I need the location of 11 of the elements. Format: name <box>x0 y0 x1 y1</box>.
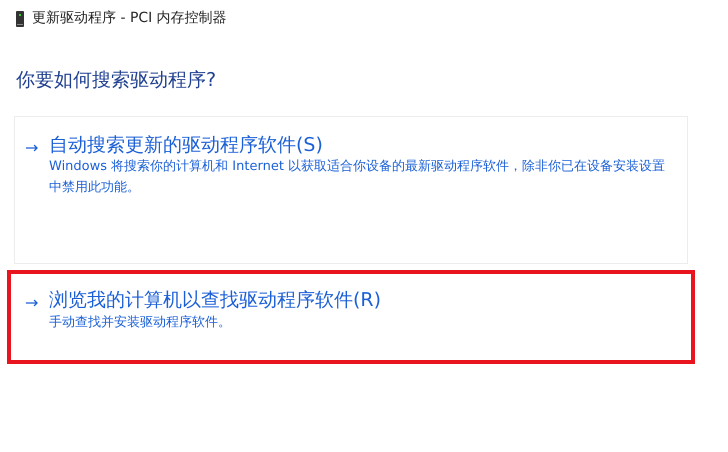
option-description: 手动查找并安装驱动程序软件。 <box>49 314 232 332</box>
option-title: 自动搜索更新的驱动程序软件(S) <box>49 132 324 158</box>
highlighted-option[interactable]: → 浏览我的计算机以查找驱动程序软件(R) 手动查找并安装驱动程序软件。 <box>7 270 695 364</box>
option-description: Windows 将搜索你的计算机和 Internet 以获取适合你设备的最新驱动程序软件，除非你已在设备安装设置中禁用此功能。 <box>49 158 666 198</box>
arrow-icon: → <box>25 132 49 200</box>
window-title: 更新驱动程序 - PCI 内存控制器 <box>32 9 227 28</box>
arrow-icon: → <box>25 288 49 334</box>
device-icon <box>16 10 24 26</box>
option-title: 浏览我的计算机以查找驱动程序软件(R) <box>49 288 382 313</box>
question-heading: 你要如何搜索驱动程序? <box>16 69 218 92</box>
search-option[interactable]: → 自动搜索更新的驱动程序软件(S) Windows 将搜索你的计算机和 Internet 以获取适合你设备的最新驱动程序软件，除非你已在设备安装设置中禁用此功能。 <box>14 116 688 264</box>
